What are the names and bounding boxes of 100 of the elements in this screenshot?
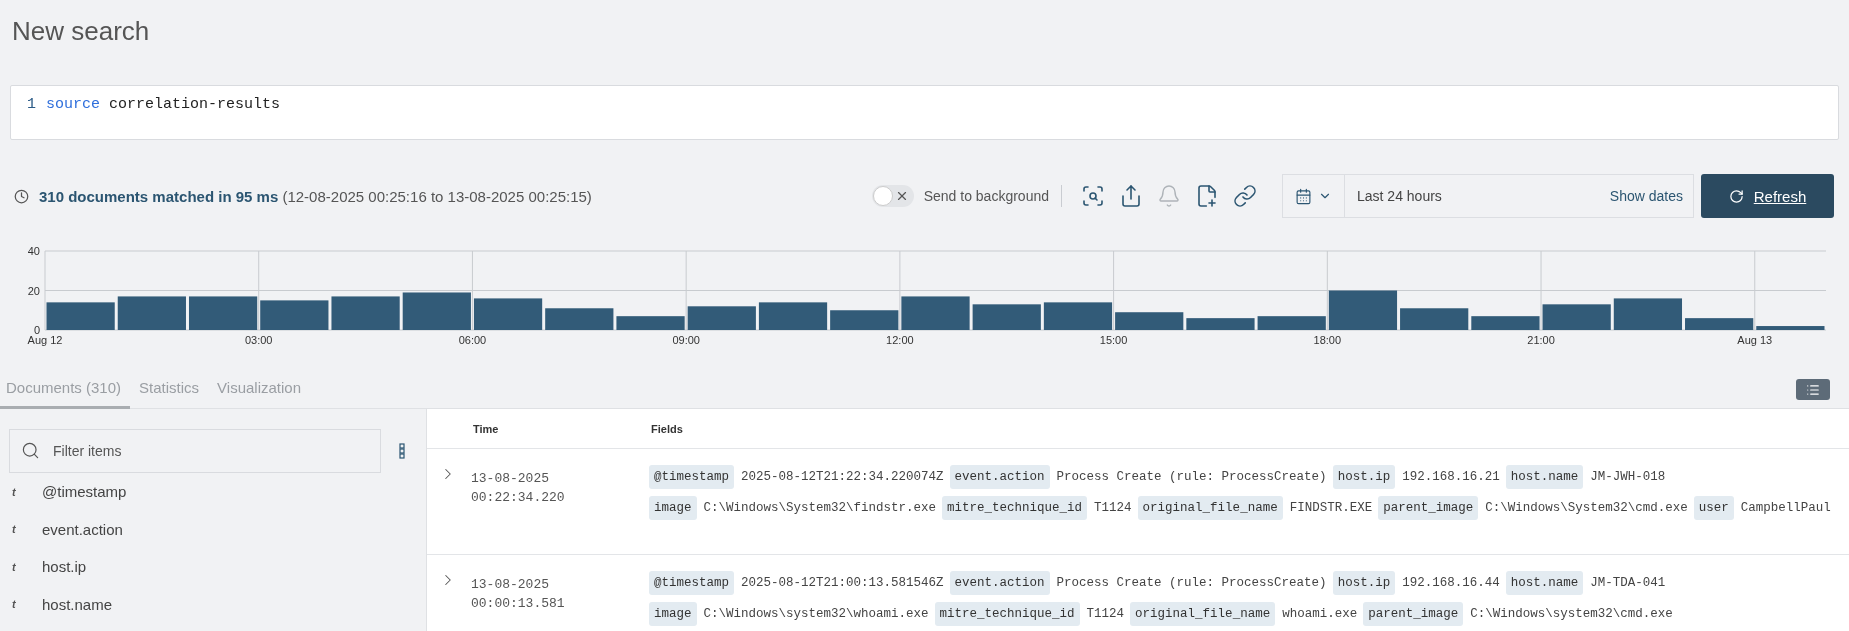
line-number: 1 bbox=[27, 96, 36, 115]
field-type-mark: t bbox=[11, 523, 17, 536]
histogram-bar bbox=[331, 296, 400, 330]
field-value: C:\Windows\system32\cmd.exe bbox=[1470, 607, 1673, 621]
query-argument: correlation-results bbox=[109, 96, 281, 113]
histogram-bar bbox=[1328, 290, 1398, 330]
filter-field[interactable]: Filter items bbox=[9, 429, 381, 473]
field-name[interactable]: event.action bbox=[42, 520, 123, 538]
axis-label: Aug 13 bbox=[1737, 334, 1773, 346]
field-key-tag: host.name bbox=[1505, 465, 1584, 489]
field-value: JM-JWH-018 bbox=[1590, 470, 1666, 484]
field-value: CampbellPaul bbox=[1740, 501, 1831, 515]
histogram-bar bbox=[260, 300, 329, 330]
query-keyword: source bbox=[46, 96, 101, 113]
bell-icon bbox=[1157, 184, 1181, 208]
query-editor[interactable]: 1 source correlation-results bbox=[10, 85, 1839, 140]
field-key-tag: @timestamp bbox=[649, 571, 734, 595]
field-name[interactable]: @timestamp bbox=[42, 483, 127, 501]
histogram-bar bbox=[545, 308, 614, 330]
field-value: FINDSTR.EXE bbox=[1289, 501, 1373, 515]
field-value: C:\Windows\system32\whoami.exe bbox=[703, 607, 929, 621]
time-cell-text: 13-08-2025 00:00:13.581 bbox=[471, 576, 566, 613]
axis-label: 15:00 bbox=[1099, 334, 1128, 346]
histogram-bar bbox=[1186, 318, 1255, 330]
axis-label: 12:00 bbox=[886, 334, 914, 346]
field-name[interactable]: host.ip bbox=[42, 558, 87, 576]
axis-label: 40 bbox=[27, 245, 40, 257]
axis-label: 0 bbox=[33, 324, 40, 336]
field-value: C:\Windows\System32\findstr.exe bbox=[703, 501, 937, 515]
time-range-value: Last 24 hours bbox=[1356, 188, 1443, 204]
refresh-icon bbox=[1728, 188, 1744, 204]
calendar-icon bbox=[1295, 187, 1312, 205]
histogram-bar bbox=[1471, 316, 1540, 330]
column-header: Fields bbox=[651, 422, 683, 435]
refresh-button[interactable]: Refresh bbox=[1701, 174, 1834, 218]
field-key-tag: host.name bbox=[1505, 571, 1584, 595]
axis-label: 21:00 bbox=[1527, 334, 1555, 346]
histogram-bar bbox=[830, 310, 899, 330]
toggle-label: Send to background bbox=[923, 188, 1049, 204]
histogram-bar bbox=[972, 304, 1041, 330]
results-summary: 310 documents matched in 95 ms (12-08-2025 00:25:16 to 13-08-2025 00:25:15) bbox=[39, 187, 592, 205]
field-value: T1124 bbox=[1086, 607, 1125, 621]
histogram-bar bbox=[1043, 302, 1113, 330]
histogram-bar bbox=[687, 306, 756, 330]
field-type-mark: t bbox=[11, 560, 17, 573]
time-range-picker[interactable]: Last 24 hours Show dates bbox=[1282, 174, 1694, 218]
field-value: 192.168.16.21 bbox=[1402, 470, 1500, 484]
field-value: JM-TDA-041 bbox=[1590, 576, 1666, 590]
field-value: Process Create (rule: ProcessCreate) bbox=[1056, 470, 1327, 484]
histogram-bar bbox=[1542, 304, 1611, 330]
histogram-bar bbox=[189, 296, 258, 330]
histogram-bar bbox=[1685, 318, 1754, 330]
field-key-tag: mitre_technique_id bbox=[942, 496, 1088, 520]
histogram-bar bbox=[1613, 298, 1682, 330]
field-key-tag: image bbox=[649, 602, 697, 626]
show-dates-link[interactable]: Show dates bbox=[1609, 188, 1693, 204]
list-icon bbox=[1806, 382, 1820, 397]
field-key-tag: original_file_name bbox=[1130, 602, 1276, 626]
toggle-switch[interactable] bbox=[871, 185, 914, 207]
field-type-mark: t bbox=[11, 485, 17, 498]
inspect-icon bbox=[1081, 184, 1105, 208]
search-icon bbox=[21, 441, 40, 460]
histogram-bar bbox=[758, 302, 828, 330]
upload-icon bbox=[1119, 184, 1143, 208]
histogram-bar bbox=[1115, 312, 1184, 330]
field-key-tag: event.action bbox=[949, 465, 1050, 489]
axis-label: 20 bbox=[27, 284, 40, 297]
list-view-button[interactable] bbox=[1796, 379, 1830, 400]
field-value: 2025-08-12T21:00:13.581546Z bbox=[741, 576, 944, 590]
histogram-bar bbox=[1400, 308, 1469, 330]
toolbar-button[interactable] bbox=[1081, 184, 1105, 208]
axis-label: 18:00 bbox=[1313, 334, 1342, 346]
histogram-bar bbox=[1756, 326, 1825, 330]
axis-label: 06:00 bbox=[458, 334, 487, 346]
axis-label: 03:00 bbox=[244, 334, 273, 346]
axis-label: Aug 12 bbox=[27, 334, 63, 346]
field-name[interactable]: host.name bbox=[42, 595, 113, 613]
histogram-bar bbox=[117, 296, 186, 330]
field-key-tag: parent_image bbox=[1378, 496, 1479, 520]
field-value: 2025-08-12T21:22:34.220074Z bbox=[741, 470, 944, 484]
histogram-bar bbox=[616, 316, 685, 330]
field-key-tag: original_file_name bbox=[1137, 496, 1283, 520]
field-value: whoami.exe bbox=[1282, 607, 1358, 621]
field-value: 192.168.16.44 bbox=[1402, 576, 1500, 590]
field-key-tag: event.action bbox=[949, 571, 1050, 595]
toolbar-button[interactable] bbox=[1233, 184, 1257, 208]
axis-label: 09:00 bbox=[672, 334, 700, 346]
time-cell-text: 13-08-2025 00:22:34.220 bbox=[471, 470, 566, 507]
field-key-tag: @timestamp bbox=[649, 465, 734, 489]
toolbar-button[interactable] bbox=[1119, 184, 1143, 208]
field-type-mark: t bbox=[11, 598, 17, 611]
toolbar-button[interactable] bbox=[1195, 184, 1219, 208]
histogram-bar bbox=[901, 296, 970, 330]
field-value: C:\Windows\System32\cmd.exe bbox=[1485, 501, 1688, 515]
field-key-tag: mitre_technique_id bbox=[934, 602, 1080, 626]
field-key-tag: parent_image bbox=[1363, 602, 1464, 626]
clock-icon bbox=[14, 188, 29, 204]
field-key-tag: host.ip bbox=[1332, 571, 1396, 595]
field-key-tag: image bbox=[649, 496, 697, 520]
more-options-icon[interactable] bbox=[399, 443, 405, 459]
